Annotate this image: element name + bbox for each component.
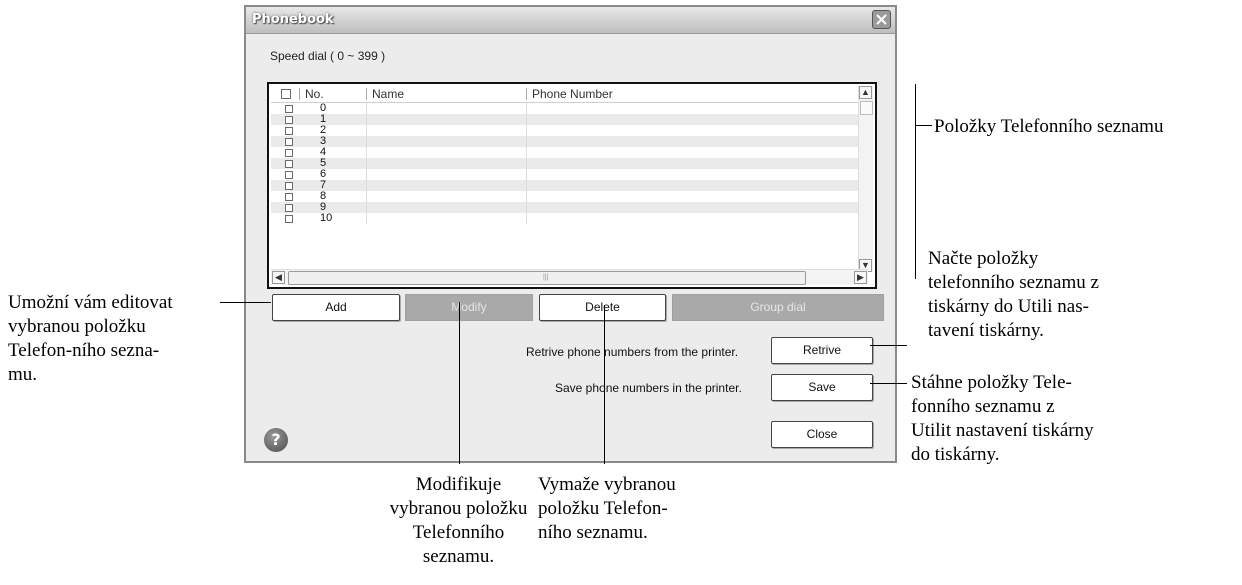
row-checkbox[interactable] <box>285 204 293 212</box>
vertical-scroll-thumb[interactable] <box>860 101 873 115</box>
callout-line-delete <box>604 305 605 464</box>
retrive-button[interactable]: Retrive <box>771 337 873 364</box>
vertical-scrollbar[interactable]: ▲ ▼ <box>858 86 873 272</box>
column-no[interactable]: No. <box>305 87 324 101</box>
table-row[interactable]: 1 <box>271 114 868 125</box>
annotation-modify: Modifikuje vybranou položku Telefonního sez… <box>389 474 528 567</box>
row-checkbox[interactable] <box>285 138 293 146</box>
list-header: No. Name Phone Number <box>271 86 868 103</box>
table-row[interactable]: 6 <box>271 169 868 180</box>
callout-line-entries <box>915 125 932 126</box>
title-bar[interactable]: Phonebook <box>246 7 895 34</box>
row-checkbox[interactable] <box>285 171 293 179</box>
callout-line-add <box>220 302 271 303</box>
scroll-left-icon[interactable]: ◀ <box>272 271 285 284</box>
annotation-delete: Vymaže vybranou položku Telefon-ního sezn… <box>538 474 676 543</box>
table-row[interactable]: 2 <box>271 125 868 136</box>
select-all-checkbox[interactable] <box>281 89 291 99</box>
phonebook-list[interactable]: No. Name Phone Number 0 1 2 3 4 5 6 7 8 9 10 ▲ ▼ ◀… <box>267 82 877 289</box>
row-checkbox[interactable] <box>285 182 293 190</box>
phonebook-window: Phonebook Speed dial ( 0 ~ 399 ) No. Nam… <box>244 5 897 463</box>
callout-line-save <box>870 383 907 384</box>
table-row[interactable]: 0 <box>271 103 868 114</box>
add-button[interactable]: Add <box>272 294 400 321</box>
row-checkbox[interactable] <box>285 127 293 135</box>
group-dial-button[interactable]: Group dial <box>672 294 884 321</box>
horizontal-scroll-thumb[interactable]: ||| <box>288 271 806 285</box>
table-row[interactable]: 5 <box>271 158 868 169</box>
save-label: Save phone numbers in the printer. <box>555 381 742 395</box>
delete-button[interactable]: Delete <box>539 294 666 321</box>
modify-button[interactable]: Modify <box>405 294 533 321</box>
row-checkbox[interactable] <box>285 215 293 223</box>
close-button[interactable]: Close <box>771 421 873 448</box>
save-button[interactable]: Save <box>771 374 873 401</box>
annotation-retrive: Načte položky telefonního seznamu z tiskár… <box>928 248 1099 341</box>
table-row[interactable]: 7 <box>271 180 868 191</box>
help-icon[interactable]: ? <box>264 428 288 452</box>
row-checkbox[interactable] <box>285 193 293 201</box>
callout-line-retrive <box>870 345 907 346</box>
scroll-up-icon[interactable]: ▲ <box>859 86 872 99</box>
table-row[interactable]: 8 <box>271 191 868 202</box>
window-title: Phonebook <box>252 12 334 27</box>
callout-bracket-entries <box>915 84 916 279</box>
annotation-add: Umožní vám editovat vybranou položku Telef… <box>8 292 173 385</box>
column-name[interactable]: Name <box>372 87 404 101</box>
callout-line-modify <box>459 302 460 464</box>
row-number: 10 <box>320 212 333 224</box>
column-phone-number[interactable]: Phone Number <box>532 87 613 101</box>
close-icon[interactable] <box>872 10 891 29</box>
list-rows: 0 1 2 3 4 5 6 7 8 9 10 <box>271 103 868 224</box>
speed-dial-label: Speed dial ( 0 ~ 399 ) <box>270 49 386 63</box>
table-row[interactable]: 3 <box>271 136 868 147</box>
horizontal-scrollbar[interactable]: ◀ ||| ▶ <box>271 269 868 285</box>
scroll-right-icon[interactable]: ▶ <box>854 271 867 284</box>
annotation-save: Stáhne položky Tele-fonního seznamu z Uti… <box>911 372 1094 465</box>
row-checkbox[interactable] <box>285 160 293 168</box>
table-row[interactable]: 4 <box>271 147 868 158</box>
table-row[interactable]: 9 <box>271 202 868 213</box>
table-row[interactable]: 10 <box>271 213 868 224</box>
row-checkbox[interactable] <box>285 149 293 157</box>
annotation-entries: Položky Telefonního seznamu <box>934 116 1164 137</box>
row-checkbox[interactable] <box>285 116 293 124</box>
retrive-label: Retrive phone numbers from the printer. <box>526 345 739 359</box>
row-checkbox[interactable] <box>285 105 293 113</box>
